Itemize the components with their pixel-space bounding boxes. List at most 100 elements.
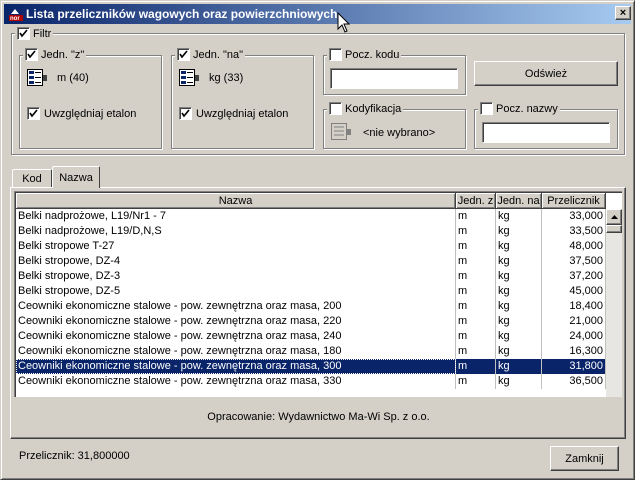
checkmark-icon (27, 50, 36, 59)
code-prefix-label: Pocz. kodu (345, 48, 400, 61)
arrow-up-icon (610, 215, 618, 219)
table-row[interactable]: Ceowniki ekonomiczne stalowe - pow. zewn… (16, 344, 606, 359)
cell-factor: 33,000 (542, 209, 606, 224)
mouse-cursor-icon (337, 12, 351, 33)
unit-na-toggle[interactable]: Jedn. "na" (175, 48, 246, 61)
unit-z-value: m (40) (57, 72, 89, 84)
column-header-name[interactable]: Nazwa (16, 193, 456, 209)
tab-nazwa[interactable]: Nazwa (52, 166, 100, 188)
scroll-up-button[interactable] (606, 209, 622, 225)
cell-unit-from: m (456, 209, 496, 224)
column-header-factor[interactable]: Przelicznik (542, 193, 606, 209)
cell-factor: 31,800 (542, 359, 606, 374)
checkmark-icon (179, 50, 188, 59)
unit-z-list-icon[interactable] (27, 69, 47, 87)
refresh-button[interactable]: Odśwież (474, 61, 618, 86)
table-row[interactable]: Belki stropowe T-27 m kg 48,000 (16, 239, 606, 254)
cell-factor: 45,000 (542, 284, 606, 299)
filter-toggle[interactable]: Filtr (15, 27, 54, 40)
table-vertical-scrollbar[interactable] (606, 209, 622, 397)
unit-na-include-checkbox[interactable] (179, 107, 192, 120)
codification-checkbox[interactable] (329, 102, 342, 115)
conversion-table[interactable]: Nazwa Jedn. z Jedn. na Przelicznik Belki… (14, 191, 622, 397)
code-prefix-toggle[interactable]: Pocz. kodu (327, 48, 402, 61)
cell-unit-from: m (456, 359, 496, 374)
cell-unit-to: kg (496, 284, 542, 299)
tab-nazwa-label: Nazwa (59, 171, 93, 184)
unit-na-include-label: Uwzględniaj etalon (196, 107, 289, 120)
codification-value: <nie wybrano> (363, 127, 436, 139)
cell-unit-to: kg (496, 209, 542, 224)
unit-na-checkbox[interactable] (177, 48, 190, 61)
cell-factor: 37,500 (542, 254, 606, 269)
unit-na-label: Jedn. "na" (193, 48, 244, 61)
unit-z-include-checkbox[interactable] (27, 107, 40, 120)
checkmark-icon (29, 109, 38, 118)
table-row[interactable]: Belki stropowe, DZ-4 m kg 37,500 (16, 254, 606, 269)
close-dialog-button[interactable]: Zamknij (550, 446, 619, 471)
cell-unit-to: kg (496, 359, 542, 374)
unit-z-checkbox[interactable] (25, 48, 38, 61)
table-row[interactable]: Ceowniki ekonomiczne stalowe - pow. zewn… (16, 374, 606, 389)
table-row[interactable]: Belki stropowe, DZ-5 m kg 45,000 (16, 284, 606, 299)
app-icon: nor (9, 9, 23, 22)
codification-list-icon (331, 123, 351, 140)
name-prefix-toggle[interactable]: Pocz. nazwy (478, 102, 560, 115)
cell-unit-from: m (456, 299, 496, 314)
cell-unit-to: kg (496, 224, 542, 239)
name-prefix-input[interactable] (482, 122, 610, 143)
scroll-thumb[interactable] (606, 225, 622, 233)
table-row[interactable]: Ceowniki ekonomiczne stalowe - pow. zewn… (16, 359, 606, 374)
unit-z-toggle[interactable]: Jedn. "z" (23, 48, 87, 61)
cell-name: Ceowniki ekonomiczne stalowe - pow. zewn… (16, 374, 456, 389)
cell-factor: 21,000 (542, 314, 606, 329)
table-row[interactable]: Belki nadprożowe, L19/D,N,S m kg 33,500 (16, 224, 606, 239)
cell-factor: 48,000 (542, 239, 606, 254)
svg-text:nor: nor (10, 16, 20, 22)
unit-na-include-etalon[interactable]: Uwzględniaj etalon (179, 107, 288, 120)
unit-z-include-etalon[interactable]: Uwzględniaj etalon (27, 107, 136, 120)
name-prefix-label: Pocz. nazwy (496, 102, 558, 115)
close-dialog-button-label: Zamknij (565, 452, 604, 465)
table-row[interactable]: Belki stropowe, DZ-3 m kg 37,200 (16, 269, 606, 284)
checkmark-icon (19, 29, 28, 38)
title-bar[interactable]: nor Lista przeliczników wagowych oraz po… (4, 4, 631, 24)
cell-unit-from: m (456, 344, 496, 359)
cell-name: Ceowniki ekonomiczne stalowe - pow. zewn… (16, 314, 456, 329)
column-header-unit-from[interactable]: Jedn. z (456, 193, 496, 209)
cell-unit-from: m (456, 374, 496, 389)
table-row[interactable]: Belki nadprożowe, L19/Nr1 - 7 m kg 33,000 (16, 209, 606, 224)
cell-unit-to: kg (496, 329, 542, 344)
cell-name: Belki nadprożowe, L19/D,N,S (16, 224, 456, 239)
cell-unit-to: kg (496, 299, 542, 314)
cell-name: Belki stropowe, DZ-3 (16, 269, 456, 284)
table-row[interactable]: Ceowniki ekonomiczne stalowe - pow. zewn… (16, 329, 606, 344)
tab-kod-label: Kod (22, 172, 42, 185)
table-row[interactable]: Ceowniki ekonomiczne stalowe - pow. zewn… (16, 314, 606, 329)
table-row[interactable]: Ceowniki ekonomiczne stalowe - pow. zewn… (16, 299, 606, 314)
unit-z-label: Jedn. "z" (41, 48, 85, 61)
unit-na-list-icon[interactable] (179, 69, 199, 87)
checkmark-icon (181, 109, 190, 118)
cell-unit-to: kg (496, 239, 542, 254)
filter-checkbox[interactable] (17, 27, 30, 40)
cell-unit-from: m (456, 314, 496, 329)
code-prefix-checkbox[interactable] (329, 48, 342, 61)
unit-na-value: kg (33) (209, 72, 244, 84)
cell-factor: 36,500 (542, 374, 606, 389)
close-window-button[interactable]: × (615, 6, 631, 20)
name-prefix-checkbox[interactable] (480, 102, 493, 115)
cell-name: Belki stropowe T-27 (16, 239, 456, 254)
column-header-unit-to[interactable]: Jedn. na (496, 193, 542, 209)
code-prefix-input[interactable] (330, 68, 458, 89)
tab-kod[interactable]: Kod (12, 169, 52, 187)
filter-label: Filtr (33, 27, 52, 40)
cell-name: Belki stropowe, DZ-4 (16, 254, 456, 269)
cell-unit-from: m (456, 284, 496, 299)
close-icon: × (619, 6, 627, 19)
cell-unit-from: m (456, 224, 496, 239)
cell-name: Belki stropowe, DZ-5 (16, 284, 456, 299)
cell-factor: 18,400 (542, 299, 606, 314)
cell-factor: 33,500 (542, 224, 606, 239)
codification-toggle[interactable]: Kodyfikacja (327, 102, 404, 115)
